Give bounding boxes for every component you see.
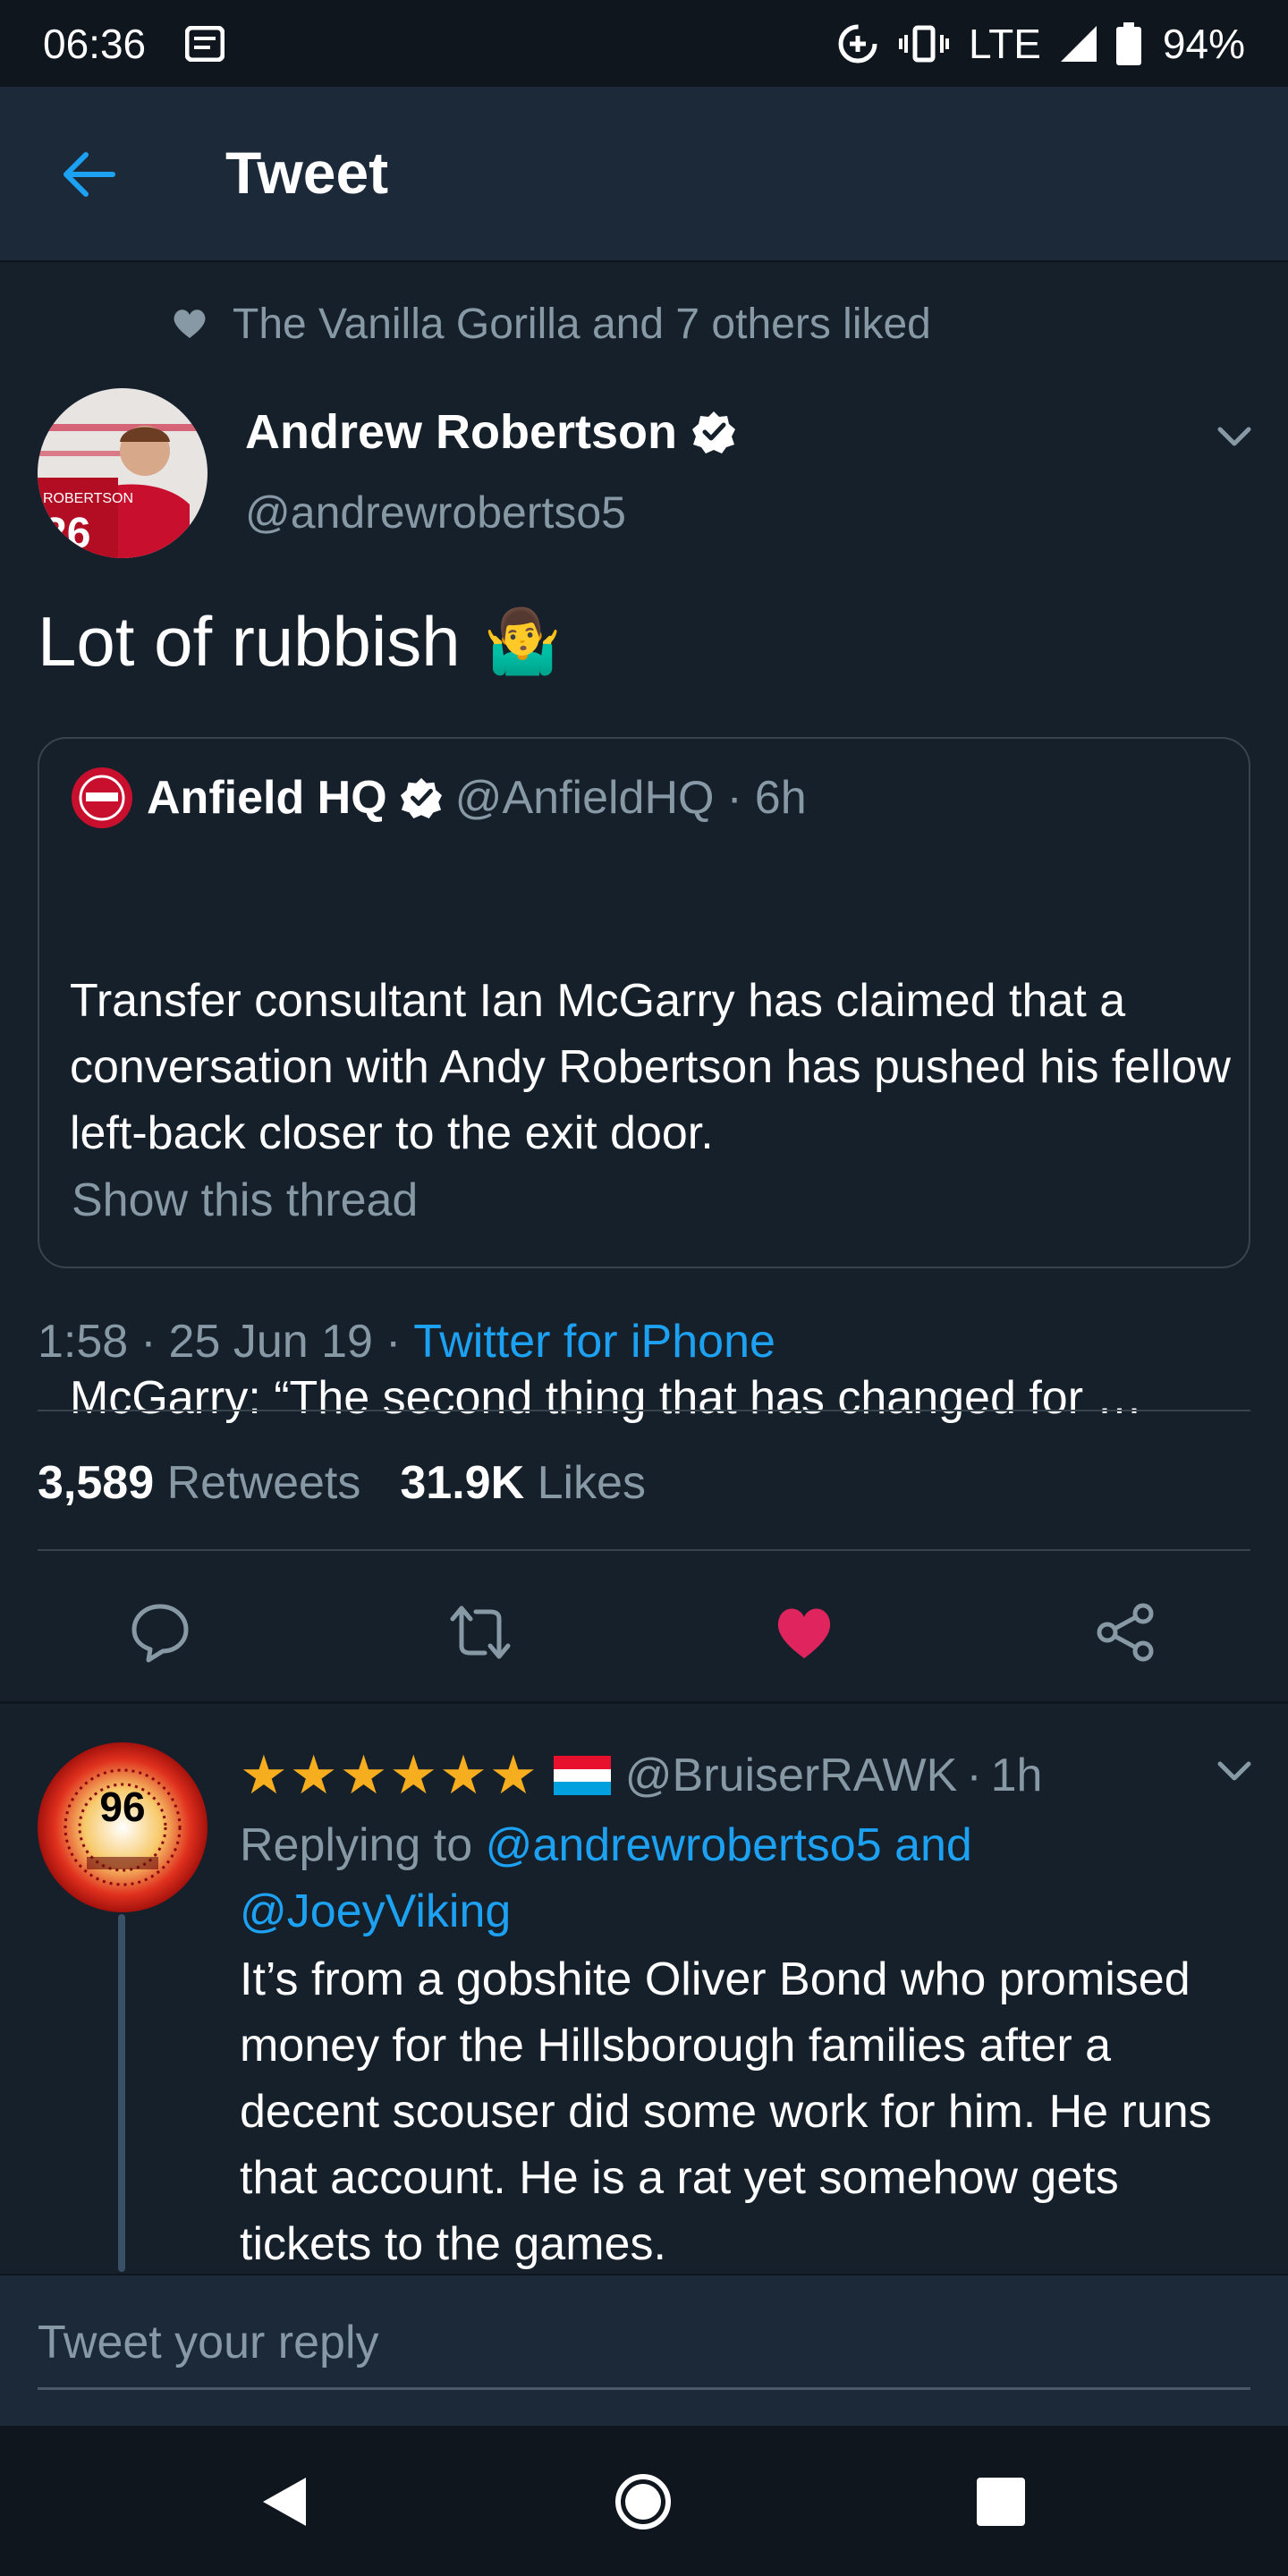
nav-recents-icon[interactable] <box>971 2472 1030 2531</box>
retweets-label: Retweets <box>166 1457 361 1509</box>
reply-avatar-image: 96 <box>38 1742 208 1912</box>
svg-text:ROBERTSON: ROBERTSON <box>43 491 133 506</box>
liked-by-row[interactable]: The Vanilla Gorilla and 7 others liked <box>172 295 931 352</box>
replying-to-prefix: Replying to <box>240 1819 473 1871</box>
flag-icon <box>553 1756 611 1795</box>
tweet-text: Lot of rubbish 🤷‍♂️ <box>38 601 562 682</box>
notification-icon <box>185 25 225 62</box>
vibrate-icon <box>898 25 949 62</box>
author-name[interactable]: Andrew Robertson <box>245 404 736 460</box>
author-avatar-image: ROBERTSON 26 <box>38 388 208 558</box>
reply-menu-chevron-icon[interactable] <box>1213 1750 1256 1792</box>
quoted-author-name: Anfield HQ <box>147 772 387 824</box>
likes-label: Likes <box>537 1457 646 1509</box>
reply-author-avatar[interactable]: 96 <box>38 1742 208 1912</box>
retweet-icon[interactable] <box>449 1601 512 1664</box>
tweet-source-link[interactable]: Twitter for iPhone <box>413 1315 775 1368</box>
anfield-hq-avatar <box>72 767 132 828</box>
reply-author-handle[interactable]: @BruiserRAWK <box>625 1749 958 1802</box>
thread-connector-line <box>118 1914 125 2272</box>
section-separator <box>0 1701 1288 1704</box>
retweets-count: 3,589 <box>38 1457 155 1509</box>
likes-count: 31.9K <box>400 1457 525 1509</box>
like-heart-icon[interactable] <box>773 1601 835 1664</box>
status-bar: 06:36 LTE 94% <box>0 0 1288 87</box>
author-name-text: Andrew Robertson <box>245 405 678 459</box>
tweet-action-bar <box>0 1594 1288 1674</box>
reply-avatar-text: 96 <box>99 1784 145 1830</box>
quoted-body-paragraph-1: Transfer consultant Ian McGarry has clai… <box>70 975 1244 1159</box>
reply-display-name-stars[interactable]: ★★★★★★ <box>240 1744 539 1807</box>
back-arrow-icon[interactable] <box>59 146 116 203</box>
author-handle[interactable]: @andrewrobertso5 <box>245 487 626 538</box>
author-avatar[interactable]: ROBERTSON 26 <box>38 388 208 558</box>
quoted-tweet-card[interactable]: Anfield HQ @AnfieldHQ · 6h Transfer cons… <box>38 737 1250 1424</box>
tweet-text-content: Lot of rubbish <box>38 602 461 681</box>
status-time: 06:36 <box>43 20 147 67</box>
meta-dot-2: · <box>385 1316 402 1368</box>
divider-2 <box>38 1549 1250 1551</box>
verified-badge-icon <box>692 411 736 453</box>
tweet-time: 1:58 <box>38 1316 129 1368</box>
tweet-date: 25 Jun 19 <box>168 1316 373 1368</box>
divider-1 <box>38 1410 1250 1411</box>
quoted-author-handle: @AnfieldHQ <box>454 772 715 824</box>
nav-home-icon[interactable] <box>614 2472 673 2531</box>
share-icon[interactable] <box>1095 1601 1157 1664</box>
svg-text:26: 26 <box>43 510 90 557</box>
nav-back-icon[interactable] <box>256 2472 315 2531</box>
battery-icon <box>1115 21 1141 65</box>
tweet-meta-row: 1:58 · 25 Jun 19 · Twitter for iPhone <box>38 1315 775 1368</box>
system-nav-bar <box>0 2426 1288 2576</box>
reply-icon[interactable] <box>129 1601 191 1664</box>
verified-badge-icon <box>400 777 442 819</box>
quoted-tweet-header: Anfield HQ @AnfieldHQ · 6h <box>70 766 807 830</box>
quoted-dot-separator: · <box>726 772 742 824</box>
reply-input[interactable] <box>38 2297 1250 2390</box>
app-bar: Tweet <box>0 87 1288 262</box>
reply-dot-separator: · <box>966 1750 982 1801</box>
page-title: Tweet <box>225 140 389 206</box>
engagement-counts: 3,589 Retweets 31.9K Likes <box>38 1456 646 1510</box>
quoted-body-paragraph-2: McGarry: “The second thing that has chan… <box>70 1372 1143 1424</box>
reply-compose-bar <box>0 2274 1288 2426</box>
replying-to-line: Replying to @andrewrobertso5 and @JoeyVi… <box>240 1812 1241 1945</box>
reply-text: It’s from a gobshite Oliver Bond who pro… <box>240 1953 1212 2270</box>
app-root: 06:36 LTE 94% Tweet The Vanilla Gorilla … <box>0 0 1288 2576</box>
meta-dot-1: · <box>140 1316 157 1368</box>
quoted-time: 6h <box>754 772 807 824</box>
show-thread-link[interactable]: Show this thread <box>72 1174 418 1227</box>
reply-time: 1h <box>990 1750 1043 1801</box>
data-saver-icon <box>838 24 877 63</box>
network-type: LTE <box>968 20 1041 67</box>
heart-icon <box>174 309 206 338</box>
retweets-stat[interactable]: 3,589 Retweets <box>38 1456 360 1510</box>
reply-header: ★★★★★★ @BruiserRAWK · 1h <box>240 1744 1042 1807</box>
signal-icon <box>1060 25 1097 62</box>
status-right-group: LTE 94% <box>836 20 1245 68</box>
tweet-menu-chevron-icon[interactable] <box>1213 415 1256 458</box>
shrug-emoji: 🤷‍♂️ <box>483 606 562 676</box>
battery-percent: 94% <box>1162 20 1245 67</box>
likes-stat[interactable]: 31.9K Likes <box>400 1456 646 1510</box>
liked-by-text: The Vanilla Gorilla and 7 others liked <box>233 300 931 348</box>
